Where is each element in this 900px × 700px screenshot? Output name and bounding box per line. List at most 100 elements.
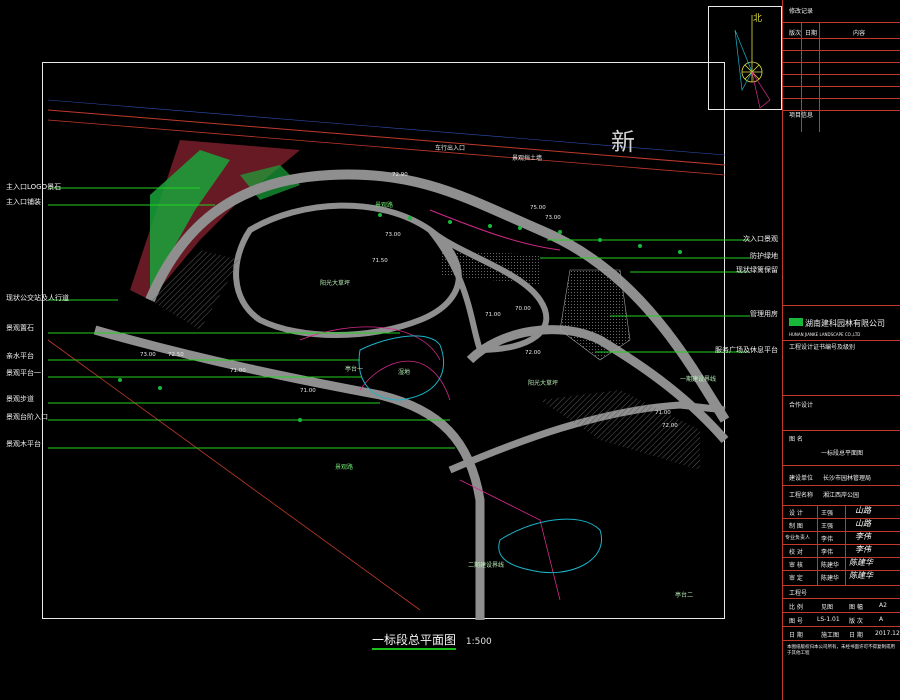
tb-role: 专业负责人 — [785, 535, 811, 541]
tb-role: 设 计 — [789, 510, 803, 517]
elevation: 72.50 — [168, 352, 184, 358]
contour-3 — [459, 479, 561, 601]
tb-col-date: 日期 — [805, 30, 818, 37]
label-pavilion: 亭台一 — [345, 366, 364, 373]
main-loop-road — [145, 169, 730, 423]
label-road-a: 景观路 — [375, 202, 394, 209]
district-label: 新 — [611, 128, 635, 156]
north-label: 北 — [753, 14, 763, 24]
elevation: 71.50 — [372, 258, 388, 264]
callout-waterside-deck: 亲水平台 — [6, 352, 34, 360]
tb-col-content: 内容 — [853, 30, 866, 37]
pond-south — [498, 518, 603, 574]
elevation: 73.00 — [545, 215, 561, 221]
label-retaining-wall: 景观挡土墙 — [512, 155, 543, 162]
callout-wood-deck: 景观木平台 — [6, 440, 41, 448]
elevation: 71.00 — [300, 388, 316, 394]
tb-drawing-name: 一标段总平面图 — [821, 450, 864, 457]
callout-secondary-entrance: 次入口景观 — [743, 235, 778, 243]
tb-cell: LS-1.01 — [817, 616, 840, 623]
tb-signature: 山路 — [855, 519, 871, 528]
label-stage1: 一期建设界线 — [680, 376, 717, 383]
tb-role-name: 陈建华 — [821, 575, 840, 582]
tb-cell: 日 期 — [849, 632, 863, 639]
tb-cell: 施工图 — [821, 632, 840, 639]
callout-walkway: 景观步道 — [6, 395, 34, 403]
callout-service-plaza: 服务广场及休息平台 — [715, 346, 778, 354]
company-logo — [789, 318, 803, 326]
tb-cell: A — [879, 616, 884, 623]
label-stage2: 二期建设界线 — [468, 562, 505, 569]
label-lawn-a: 阳光大草坪 — [320, 280, 351, 287]
callout-logo-stone: 主入口LOGO景石 — [6, 183, 62, 191]
tb-client: 长沙市园林管理局 — [823, 475, 872, 482]
inner-road — [233, 202, 462, 338]
tb-role: 审 核 — [789, 562, 803, 569]
tb-role: 制 图 — [789, 523, 803, 530]
sheet-scale: 1:500 — [465, 637, 492, 647]
label-lawn-b: 阳光大草坪 — [528, 380, 559, 387]
elevation: 71.00 — [230, 368, 246, 374]
title-block: 修改记录 版次 日期 内容 项目信息 湖南建科园林有限公司 HUNAN JIAN… — [782, 0, 900, 700]
elevation: 70.00 — [515, 306, 531, 312]
callout-hedge: 现状绿篱保留 — [736, 266, 778, 274]
tb-cell: 2017.12 — [875, 630, 900, 637]
tb-signature: 陈建华 — [849, 558, 873, 567]
tb-company: 湖南建科园林有限公司 — [805, 319, 885, 328]
tb-coop: 合作设计 — [789, 402, 814, 409]
tb-cell: 图 幅 — [849, 604, 863, 611]
elevation: 71.00 — [485, 312, 501, 318]
tb-cell: 日 期 — [789, 632, 803, 639]
tb-drawing-name-label: 图 名 — [789, 436, 803, 443]
tb-col-version: 版次 — [789, 30, 802, 37]
tb-role: 审 定 — [789, 575, 803, 582]
elevation: 73.00 — [385, 232, 401, 238]
tb-footer: 本图纸版权归本公司所有，未经书面许可不得复制或用于其他工程 — [787, 645, 895, 656]
label-road-b: 景观路 — [335, 464, 354, 471]
tb-project: 湘江西岸公园 — [823, 492, 860, 499]
north-arrow-frame: 北 — [708, 6, 782, 110]
callout-platform-one: 景观平台一 — [6, 369, 41, 377]
label-pond: 湿地 — [398, 369, 411, 376]
tb-role: 校 对 — [789, 549, 803, 556]
callout-bus-stop: 现状公交站及人行道 — [6, 294, 69, 302]
tb-project-info: 项目信息 — [789, 112, 814, 119]
callout-management: 管理用房 — [750, 310, 778, 318]
tb-cert: 工程设计证书编号及级别 — [789, 344, 856, 351]
callout-feature-stone: 景观置石 — [6, 324, 34, 332]
tb-cell: 比 例 — [789, 604, 803, 611]
building-area — [559, 269, 631, 361]
tb-role-name: 陈建华 — [821, 562, 840, 569]
tb-cell: 版 次 — [849, 618, 863, 625]
tb-signature: 李伟 — [855, 545, 871, 554]
elevation: 72.00 — [525, 350, 541, 356]
tb-company-en: HUNAN JIANKE LANDSCAPE CO.,LTD — [789, 332, 861, 337]
elevation: 72.90 — [392, 172, 408, 178]
sheet-title: 一标段总平面图 1:500 — [372, 631, 492, 650]
elevation: 72.00 — [662, 423, 678, 429]
elevation: 75.00 — [530, 205, 546, 211]
tb-role-name: 王强 — [821, 523, 834, 530]
main-loop-road-2 — [93, 325, 485, 620]
tb-drawing-no-label: 工程号 — [789, 590, 808, 597]
tb-cell: A2 — [879, 602, 887, 609]
tb-role-name: 王强 — [821, 510, 834, 517]
sheet-title-text: 一标段总平面图 — [372, 633, 457, 650]
elevation: 73.00 — [140, 352, 156, 358]
road-boundary-left — [47, 339, 421, 611]
tb-client-label: 建设单位 — [789, 475, 814, 482]
callout-green-buffer: 防护绿地 — [750, 252, 778, 260]
tb-cell: 图 号 — [789, 618, 803, 625]
tb-role-name: 李伟 — [821, 549, 834, 556]
tb-signature: 山路 — [855, 506, 871, 515]
tb-header: 修改记录 — [789, 8, 814, 15]
tb-cell: 见图 — [821, 604, 834, 611]
tb-signature: 陈建华 — [849, 571, 873, 580]
callout-main-entrance-paving: 主入口铺装 — [6, 198, 41, 206]
slope-hatch-mid — [440, 250, 540, 285]
label-vehicle-entrance: 车行出入口 — [435, 145, 466, 152]
tb-role-name: 李伟 — [821, 536, 834, 543]
tb-project-label: 工程名称 — [789, 492, 814, 499]
label-plaza: 亭台二 — [675, 592, 694, 599]
tb-signature: 李伟 — [855, 532, 871, 541]
